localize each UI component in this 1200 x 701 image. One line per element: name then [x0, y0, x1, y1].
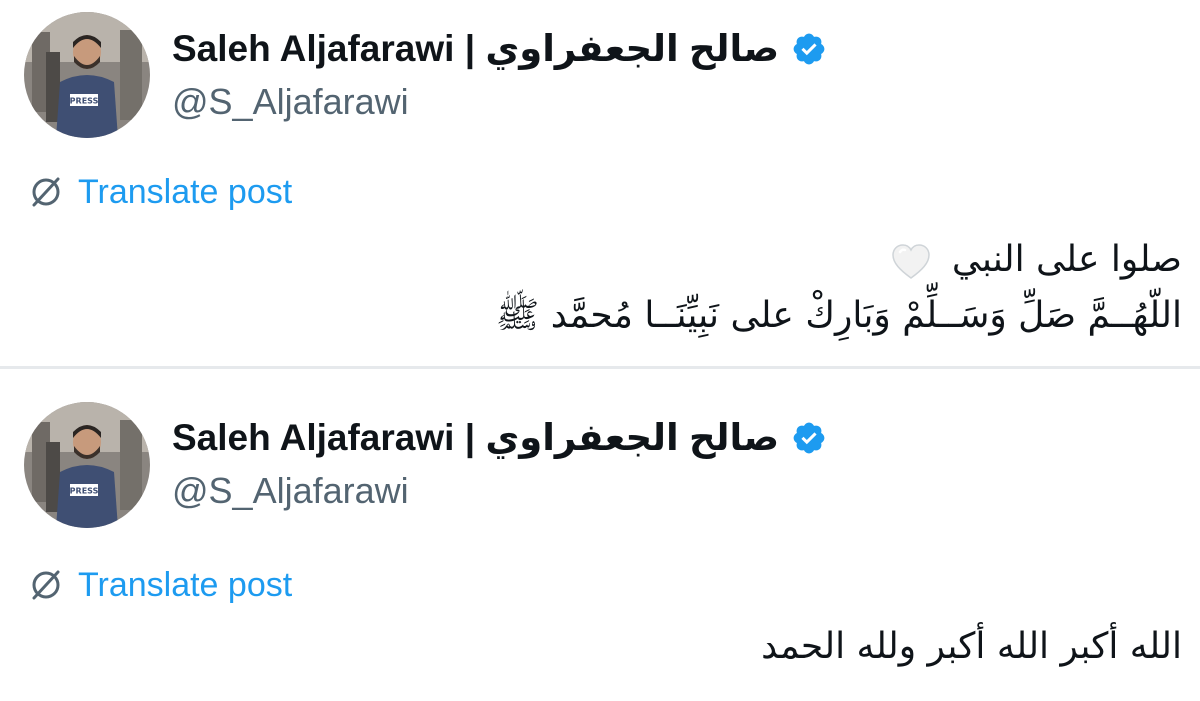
- display-name[interactable]: Saleh Aljafarawi | صالح الجعفراوي: [172, 415, 779, 461]
- avatar-photo: PRESS: [24, 12, 150, 138]
- handle[interactable]: @S_Aljafarawi: [172, 469, 409, 513]
- post-text-segment: صلوا على النبي: [951, 239, 1182, 280]
- translate-post-label: Translate post: [78, 566, 293, 604]
- author-name-row[interactable]: Saleh Aljafarawi | صالح الجعفراوي: [172, 415, 827, 461]
- avatar[interactable]: PRESS: [24, 402, 150, 528]
- translate-post-button[interactable]: Translate post: [26, 170, 292, 214]
- post: PRESS Saleh Aljafarawi | صالح الجعفراوي …: [0, 0, 1200, 366]
- verified-badge-icon: [791, 31, 827, 67]
- post-text-line: الله أكبر الله أكبر ولله الحمد: [761, 626, 1182, 667]
- avatar[interactable]: PRESS: [24, 12, 150, 138]
- display-name[interactable]: Saleh Aljafarawi | صالح الجعفراوي: [172, 26, 779, 72]
- handle[interactable]: @S_Aljafarawi: [172, 80, 409, 124]
- translate-globe-icon: [26, 172, 66, 212]
- svg-text:PRESS: PRESS: [70, 97, 99, 106]
- translate-post-button[interactable]: Translate post: [26, 563, 292, 607]
- post-text-line: اللّهُــمَّ صَلِّ وَسَــلِّمْ وَبَارِكْ …: [495, 295, 1182, 336]
- svg-text:PRESS: PRESS: [70, 487, 99, 496]
- translate-post-label: Translate post: [78, 173, 293, 211]
- author-name-row[interactable]: Saleh Aljafarawi | صالح الجعفراوي: [172, 26, 827, 72]
- verified-badge-icon: [791, 420, 827, 456]
- translate-globe-icon: [26, 565, 66, 605]
- white-heart-icon: [890, 242, 932, 280]
- post-text: الله أكبر الله أكبر ولله الحمد: [761, 619, 1182, 675]
- post-text-line: صلوا على النبي: [496, 232, 1182, 288]
- avatar-photo: PRESS: [24, 402, 150, 528]
- post: PRESS Saleh Aljafarawi | صالح الجعفراوي …: [0, 369, 1200, 701]
- post-text: صلوا على النبي اللّهُــمَّ صَلِّ وَسَــل…: [496, 232, 1182, 344]
